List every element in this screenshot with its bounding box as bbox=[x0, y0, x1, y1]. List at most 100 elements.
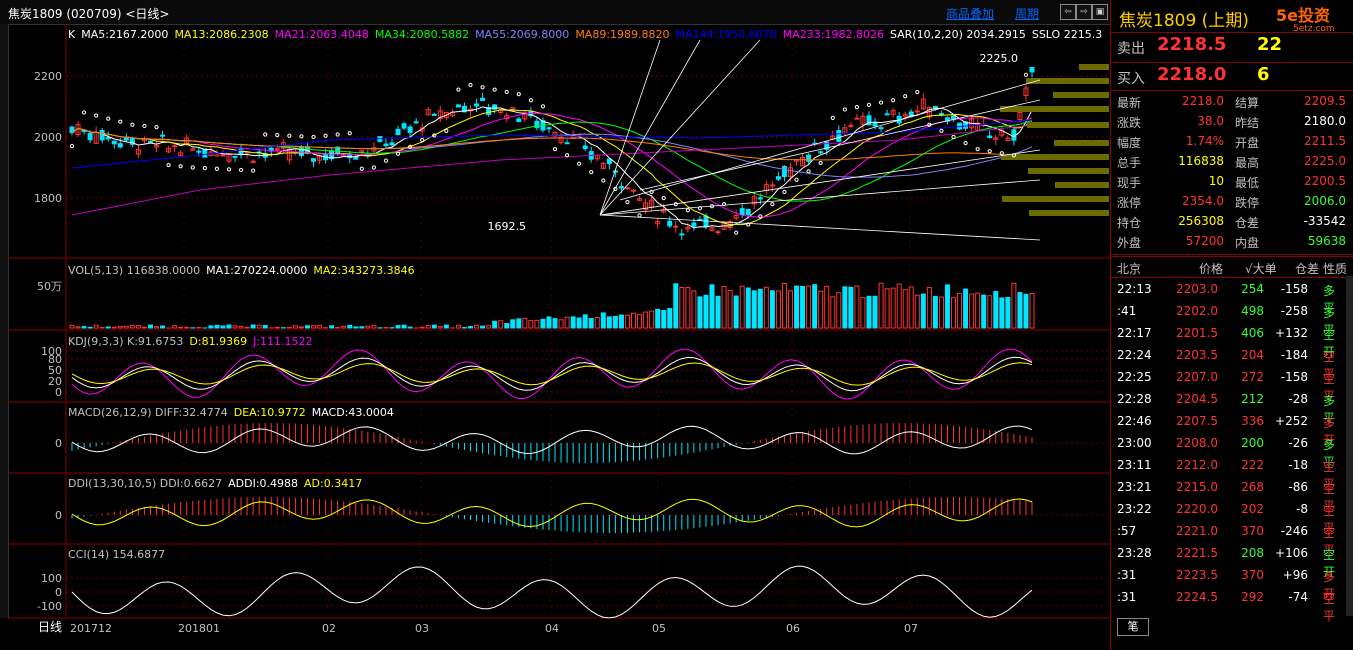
sar-dot bbox=[951, 134, 956, 140]
sar-dot bbox=[589, 169, 594, 175]
candle-body bbox=[667, 220, 673, 227]
tab-trades[interactable]: 笔 bbox=[1117, 618, 1149, 636]
sar-dot bbox=[999, 151, 1004, 156]
volume-profile-bar bbox=[1055, 182, 1109, 188]
sar-dot bbox=[746, 222, 751, 227]
volume-bar bbox=[588, 318, 594, 329]
volume-bar bbox=[522, 317, 528, 329]
field-value: 256308 bbox=[1178, 214, 1224, 228]
main-chart-legend: K MA5:2167.2000 MA13:2086.2308 MA21:2063.40… bbox=[68, 28, 1108, 41]
volume-bar bbox=[437, 326, 443, 329]
volume-bar bbox=[727, 290, 733, 329]
candle-body bbox=[353, 156, 359, 160]
tick-time: 22:28 bbox=[1117, 392, 1152, 406]
tick-oi-change: -86 bbox=[1288, 480, 1308, 494]
volume-bar bbox=[341, 325, 347, 329]
tick-price: 2207.0 bbox=[1176, 370, 1218, 384]
sar-dot bbox=[456, 87, 461, 92]
field-value: 2218.0 bbox=[1182, 94, 1224, 108]
fan-line bbox=[599, 39, 661, 216]
buy-label: 买入 bbox=[1117, 71, 1145, 87]
tick-header: 北京 价格 √大单 仓差 性质 bbox=[1111, 256, 1353, 278]
tick-row: 22:28 2204.5 212 -28 多平 bbox=[1111, 390, 1346, 425]
cci-tick-label: 100 bbox=[41, 572, 62, 585]
tick-row: 22:13 2203.0 254 -158 多平 bbox=[1111, 280, 1346, 315]
tick-row: 23:21 2215.0 268 -86 空平 bbox=[1111, 478, 1346, 513]
sar-dot bbox=[649, 189, 654, 195]
tick-oi-change: -26 bbox=[1288, 436, 1308, 450]
tick-time: 23:00 bbox=[1117, 436, 1152, 450]
volume-bar bbox=[624, 314, 630, 329]
tick-time: 22:46 bbox=[1117, 414, 1152, 428]
sar-dot bbox=[166, 162, 171, 168]
tick-volume: 336 bbox=[1241, 414, 1264, 428]
volume-bar bbox=[709, 284, 715, 329]
sar-dot bbox=[444, 128, 449, 133]
volume-bar bbox=[902, 289, 908, 329]
volume-bar bbox=[407, 326, 413, 329]
sar-dot bbox=[794, 177, 799, 182]
sar-dot bbox=[782, 189, 787, 195]
candle-body bbox=[872, 122, 878, 127]
main-legend-item: MA89:1989.8820 bbox=[575, 28, 670, 41]
field-label: 总手 bbox=[1117, 156, 1142, 170]
volume-bar bbox=[866, 295, 872, 329]
volume-bar bbox=[147, 324, 153, 329]
main-legend-item: MA34:2080.5882 bbox=[374, 28, 470, 41]
volume-bar bbox=[160, 325, 166, 329]
volume-bar bbox=[214, 324, 220, 329]
volume-bar bbox=[365, 325, 371, 329]
candle-body bbox=[196, 150, 202, 153]
tick-row: :31 2224.5 292 -74 空平 bbox=[1111, 588, 1346, 623]
field-value: 2209.5 bbox=[1304, 94, 1346, 108]
volume-bar bbox=[975, 292, 981, 329]
sar-dot bbox=[564, 153, 570, 158]
candle-body bbox=[582, 145, 588, 150]
tick-oi-change: -246 bbox=[1280, 524, 1308, 538]
volume-bar bbox=[667, 307, 673, 329]
candle-body bbox=[516, 118, 522, 123]
volume-bar bbox=[993, 291, 999, 329]
volume-bar bbox=[745, 287, 751, 329]
volume-bar bbox=[969, 293, 975, 329]
volume-bar bbox=[395, 325, 401, 329]
candle-body bbox=[938, 113, 944, 116]
candle-body bbox=[781, 165, 787, 178]
tick-scrollbar[interactable] bbox=[1346, 276, 1353, 616]
sar-dot bbox=[299, 134, 304, 139]
candle-body bbox=[455, 104, 461, 108]
tick-oi-change: -18 bbox=[1288, 458, 1308, 472]
volume-bar bbox=[208, 325, 214, 329]
macd-diff-line bbox=[71, 425, 1033, 455]
volume-bar bbox=[618, 314, 624, 329]
sar-dot bbox=[806, 169, 811, 174]
candle-body bbox=[745, 208, 751, 216]
sar-dot bbox=[130, 122, 135, 127]
sar-dot bbox=[577, 161, 582, 166]
tick-volume: 200 bbox=[1241, 436, 1264, 450]
candle-body bbox=[631, 189, 637, 192]
volume-bar bbox=[467, 325, 473, 329]
main-legend-item: SAR(10,2,20) 2034.2915 bbox=[889, 28, 1026, 41]
candle-body bbox=[715, 231, 721, 234]
candle-body bbox=[987, 135, 993, 138]
volume-bar bbox=[914, 294, 920, 329]
quote-panel: 焦炭1809 (上期) 5e投资 5etz.com 卖出 2218.5 22 买… bbox=[1110, 0, 1353, 650]
volume-bar bbox=[649, 310, 655, 329]
volume-bar bbox=[558, 319, 564, 329]
sar-dot bbox=[94, 113, 99, 118]
volume-bar bbox=[1023, 293, 1029, 329]
volume-bar bbox=[806, 285, 812, 329]
tick-row: 22:25 2207.0 272 -158 空平 bbox=[1111, 368, 1346, 403]
volume-bar bbox=[347, 324, 353, 329]
field-label: 昨结 bbox=[1235, 116, 1260, 130]
volume-bar bbox=[600, 312, 606, 329]
vol-legend-item: MA1:270224.0000 bbox=[206, 264, 308, 277]
tick-oi-change: +96 bbox=[1282, 568, 1308, 582]
volume-bar bbox=[141, 326, 147, 329]
volume-bar bbox=[371, 324, 377, 329]
field-value: 59638 bbox=[1307, 234, 1346, 248]
candle-body bbox=[395, 128, 401, 136]
volume-bar bbox=[401, 324, 407, 329]
sar-dot bbox=[613, 186, 618, 191]
